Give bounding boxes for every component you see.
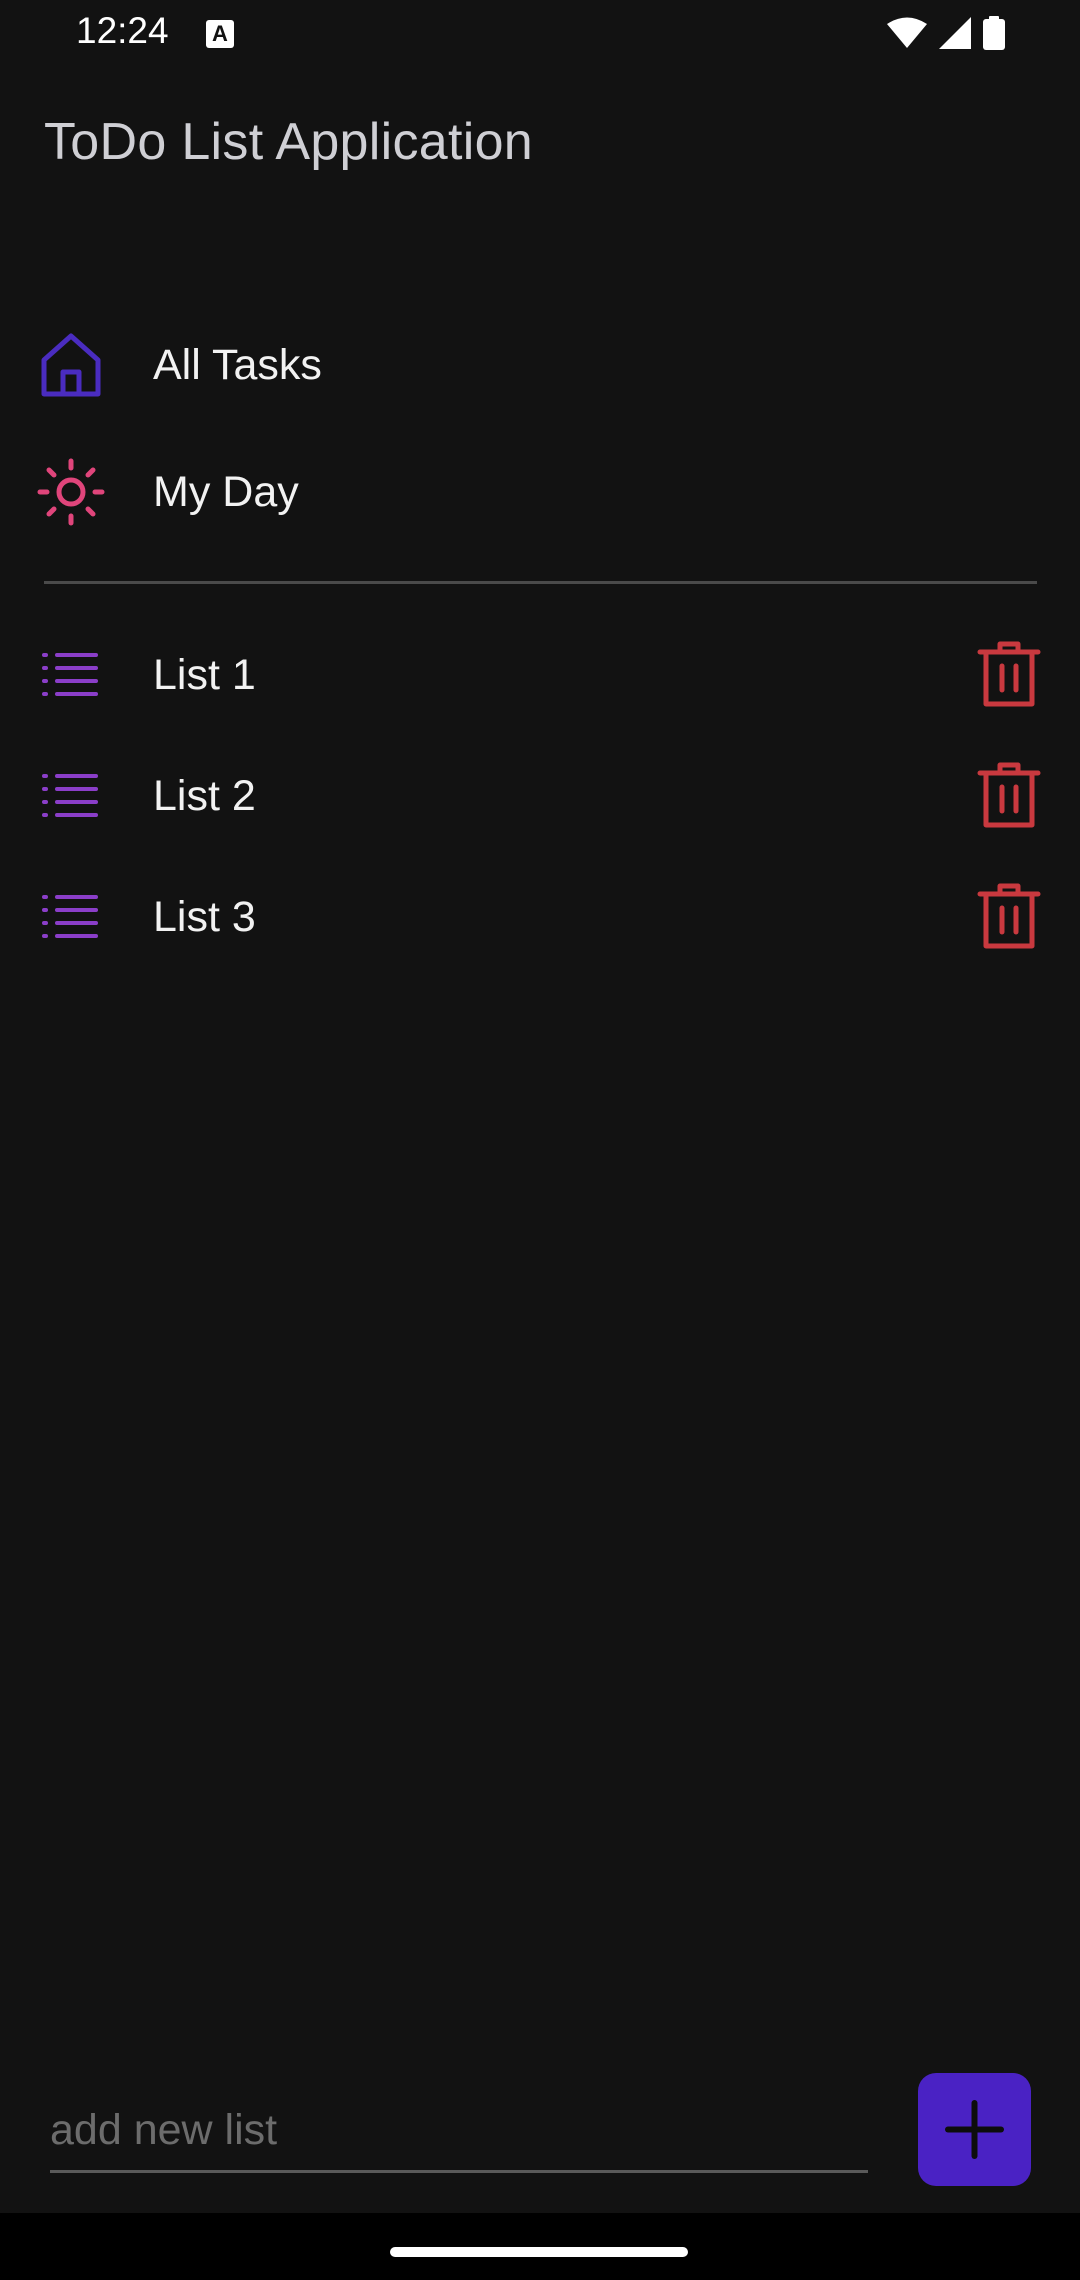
trash-icon[interactable] <box>974 882 1044 952</box>
list-icon <box>42 774 98 817</box>
system-nav-bar <box>0 2213 1080 2280</box>
trash-icon[interactable] <box>974 640 1044 710</box>
list-item[interactable]: List 3 <box>0 862 1080 972</box>
battery-icon <box>983 16 1005 50</box>
wifi-icon <box>887 17 927 48</box>
nav-label-all-tasks: All Tasks <box>153 341 322 389</box>
page-title: ToDo List Application <box>44 113 534 171</box>
list-icon <box>42 653 98 696</box>
list-item-label: List 3 <box>153 893 256 941</box>
nav-item-all-tasks[interactable]: All Tasks <box>0 310 1080 420</box>
divider <box>44 581 1037 584</box>
status-icons <box>887 16 1005 50</box>
sun-icon <box>37 458 105 526</box>
trash-icon[interactable] <box>974 761 1044 831</box>
plus-icon <box>945 2100 1004 2159</box>
list-icon <box>42 895 98 938</box>
status-time: 12:24 <box>76 10 169 51</box>
new-list-input[interactable] <box>50 2090 868 2173</box>
signal-icon <box>939 17 971 49</box>
nav-label-my-day: My Day <box>153 468 299 516</box>
home-icon <box>41 333 101 397</box>
nav-item-my-day[interactable]: My Day <box>0 437 1080 547</box>
home-gesture-pill[interactable] <box>390 2247 688 2257</box>
list-item-label: List 1 <box>153 651 256 699</box>
list-item-label: List 2 <box>153 772 256 820</box>
list-item[interactable]: List 1 <box>0 620 1080 730</box>
a-notification-icon: A <box>206 20 234 48</box>
add-list-button[interactable] <box>918 2073 1031 2186</box>
list-item[interactable]: List 2 <box>0 741 1080 851</box>
status-bar: 12:24 A <box>0 0 1080 70</box>
screen: 12:24 A ToDo List Application All Tasks <box>0 0 1080 2280</box>
